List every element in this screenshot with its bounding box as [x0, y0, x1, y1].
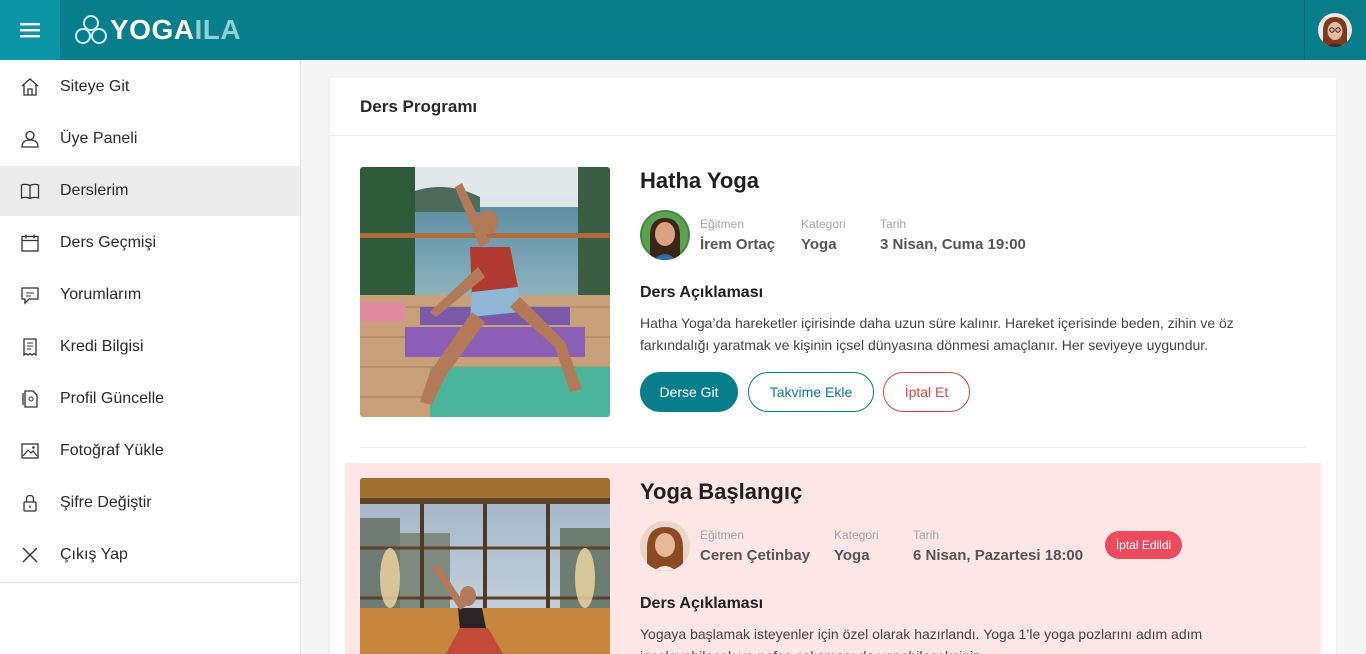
- sidebar-item-cikis-yap[interactable]: Çıkış Yap: [0, 530, 300, 580]
- instructor-label: Eğitmen: [700, 528, 745, 542]
- sidebar-item-label: Üye Paneli: [60, 130, 138, 147]
- card-header: Ders Programı: [330, 78, 1336, 136]
- sidebar-item-derslerim[interactable]: Derslerim: [0, 166, 300, 216]
- sidebar-item-fotograf-yukle[interactable]: Fotoğraf Yükle: [0, 426, 300, 476]
- logo-text: YOGAILA: [110, 14, 241, 46]
- instructor-label: Eğitmen: [700, 217, 745, 231]
- logo-text-accent: ILA: [194, 14, 242, 45]
- hamburger-icon: [20, 23, 40, 38]
- description-text: Hatha Yoga’da hareketler içirisinde daha…: [640, 315, 1234, 353]
- sidebar-item-sifre-degistir[interactable]: Şifre Değiştir: [0, 478, 300, 528]
- instructor-avatar: [640, 521, 690, 571]
- sidebar-item-ders-gecmisi[interactable]: Ders Geçmişi: [0, 218, 300, 268]
- lesson-item-cancelled: Yoga Başlangıç Eğitmen Ceren Çetinbay Ka…: [345, 463, 1321, 654]
- calendar-icon: [20, 233, 40, 253]
- user-avatar[interactable]: [1318, 13, 1352, 47]
- date-value: 3 Nisan, Cuma 19:00: [880, 236, 1026, 253]
- lesson-item: Hatha Yoga Eğitmen İrem Ortaç Kategori Y…: [330, 167, 1336, 417]
- page-title: Ders Programı: [360, 97, 478, 116]
- lesson-schedule-card: Ders Programı Hatha Yoga Eğitmen İrem Or…: [330, 78, 1336, 654]
- status-badge: İptal Edildi: [1105, 531, 1182, 559]
- date-label: Tarih: [913, 528, 940, 542]
- cancel-lesson-button[interactable]: İptal Et: [883, 372, 970, 412]
- description-title: Ders Açıklaması: [640, 284, 764, 301]
- logo[interactable]: YOGAILA: [74, 12, 241, 48]
- profile-edit-icon: [20, 389, 40, 409]
- category-value: Yoga: [834, 547, 870, 564]
- description-text: Yogaya başlamak isteyenler için özel ola…: [640, 626, 1203, 654]
- go-to-lesson-button[interactable]: Derse Git: [640, 372, 738, 412]
- sidebar-item-label: Şifre Değiştir: [60, 494, 152, 511]
- sidebar-item-kredi-bilgisi[interactable]: Kredi Bilgisi: [0, 322, 300, 372]
- lesson-image: [360, 478, 610, 654]
- lesson-title: Hatha Yoga: [640, 168, 759, 193]
- category-label: Kategori: [801, 217, 846, 231]
- top-bar: YOGAILA: [0, 0, 1366, 60]
- logo-rings-icon: [75, 15, 107, 44]
- lock-icon: [20, 493, 40, 513]
- instructor-avatar: [640, 210, 690, 260]
- date-value: 6 Nisan, Pazartesi 18:00: [913, 547, 1084, 564]
- date-label: Tarih: [880, 217, 907, 231]
- instructor-name: İrem Ortaç: [700, 236, 776, 253]
- description-title: Ders Açıklaması: [640, 595, 764, 612]
- sidebar-item-label: Ders Geçmişi: [60, 234, 157, 251]
- sidebar-item-label: Kredi Bilgisi: [60, 338, 144, 355]
- sidebar-item-label: Derslerim: [60, 182, 129, 199]
- close-icon: [20, 545, 40, 565]
- topbar-divider: [1304, 0, 1305, 60]
- category-value: Yoga: [801, 236, 837, 253]
- lesson-title: Yoga Başlangıç: [640, 479, 803, 504]
- menu-button[interactable]: [0, 0, 60, 60]
- add-to-calendar-button[interactable]: Takvime Ekle: [748, 372, 874, 412]
- sidebar-item-siteye-git[interactable]: Siteye Git: [0, 62, 300, 112]
- sidebar-item-uye-paneli[interactable]: Üye Paneli: [0, 114, 300, 164]
- sidebar: Siteye Git Üye Paneli Derslerim Ders Geç…: [0, 60, 301, 654]
- comment-icon: [20, 285, 40, 305]
- logo-text-main: YOGA: [110, 14, 195, 45]
- sidebar-item-profil-guncelle[interactable]: Profil Güncelle: [0, 374, 300, 424]
- sidebar-item-label: Siteye Git: [60, 78, 130, 95]
- instructor-name: Ceren Çetinbay: [700, 547, 811, 564]
- user-icon: [20, 129, 40, 149]
- sidebar-divider: [0, 582, 300, 583]
- sidebar-item-label: Yorumlarım: [60, 286, 142, 303]
- image-icon: [20, 441, 40, 461]
- lesson-image: [360, 167, 610, 417]
- category-label: Kategori: [834, 528, 879, 542]
- sidebar-item-yorumlarim[interactable]: Yorumlarım: [0, 270, 300, 320]
- book-icon: [20, 181, 40, 201]
- receipt-icon: [20, 337, 40, 357]
- sidebar-item-label: Profil Güncelle: [60, 390, 165, 407]
- home-icon: [20, 77, 40, 97]
- lesson-divider: [360, 447, 1306, 448]
- sidebar-item-label: Fotoğraf Yükle: [60, 442, 164, 459]
- sidebar-item-label: Çıkış Yap: [60, 546, 128, 563]
